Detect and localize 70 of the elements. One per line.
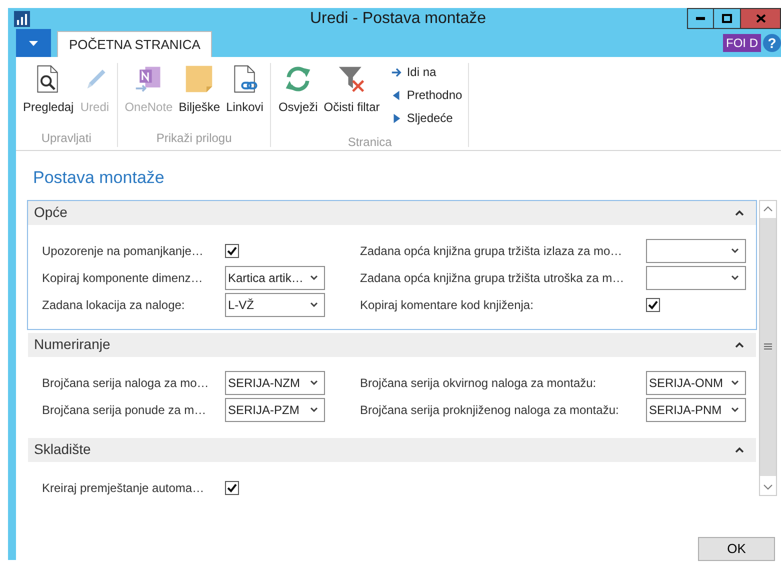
dropdown-field[interactable]: SERIJA-PZM — [225, 398, 325, 422]
chevron-down-icon — [731, 380, 739, 385]
checkbox[interactable] — [225, 244, 239, 258]
ribbon-button[interactable]: Bilješke — [178, 63, 222, 123]
arrow-right-icon — [390, 66, 402, 78]
chevron-down-icon — [310, 302, 318, 307]
minimize-icon — [696, 17, 705, 20]
chevron-up-icon[interactable] — [735, 446, 744, 452]
dropdown-field[interactable] — [646, 266, 746, 290]
checkbox[interactable] — [646, 298, 660, 312]
ribbon-group-label: Upravljati — [41, 130, 92, 147]
ribbon-button[interactable]: Osvježi — [277, 63, 319, 127]
field-label: Kopiraj komponente dimenz… — [42, 270, 204, 286]
sticky-note-icon — [184, 63, 214, 95]
chevron-down-icon — [731, 248, 739, 253]
ok-button[interactable]: OK — [698, 536, 775, 560]
field-label: Zadana opća knjižna grupa tržišta izlaza za mo… — [360, 242, 624, 260]
dropdown-field[interactable] — [646, 238, 746, 262]
chevron-down-icon — [310, 407, 318, 412]
ribbon-group-label: Prikaži prilogu — [156, 130, 232, 147]
app-logo-icon — [14, 10, 30, 26]
user-badge[interactable]: FOI D — [723, 34, 761, 52]
chevron-up-icon[interactable] — [735, 342, 744, 348]
dropdown-field[interactable]: SERIJA-ONM — [646, 370, 746, 394]
section-header[interactable]: Opće — [34, 202, 68, 223]
ribbon-group-label: Stranica — [348, 134, 392, 151]
dropdown-field[interactable]: SERIJA-NZM — [225, 370, 325, 394]
triangle-left-icon — [390, 90, 402, 100]
chevron-up-icon[interactable] — [735, 210, 744, 216]
field-label: Brojčana serija ponude za m… — [42, 402, 208, 418]
close-icon — [756, 14, 766, 23]
minimize-button[interactable] — [687, 8, 714, 29]
dropdown-field[interactable]: SERIJA-PNM — [646, 398, 746, 422]
window-title: Uredi - Postava montaže — [308, 8, 488, 28]
field-label: Brojčana serija okvirnog naloga za montažu: — [360, 374, 598, 392]
dropdown-field[interactable]: L-VŽ — [225, 292, 325, 316]
ribbon-tab[interactable]: POČETNA STRANICA — [57, 31, 212, 57]
field-label: Brojčana serija proknjiženog naloga za montažu: — [360, 402, 620, 418]
maximize-button[interactable] — [714, 8, 741, 29]
ribbon-button[interactable]: Sljedeće — [390, 109, 462, 127]
field-label: Kreiraj premještanje automa… — [42, 480, 206, 496]
page-title: Postava montaže — [33, 167, 164, 189]
scrollbar[interactable] — [759, 200, 777, 496]
checkbox[interactable] — [225, 480, 239, 494]
chevron-down-icon — [731, 275, 739, 280]
grip-icon — [764, 343, 772, 350]
chevron-down-icon — [310, 380, 318, 385]
ribbon-button[interactable]: Očisti filtar — [322, 63, 381, 127]
ribbon-button[interactable]: Pregledaj — [22, 63, 75, 123]
maximize-icon — [722, 14, 732, 23]
close-button[interactable] — [741, 8, 781, 29]
field-label: Upozorenje na pomanjkanje… — [42, 242, 204, 260]
scroll-down-icon — [763, 484, 773, 490]
scrollbar-thumb[interactable] — [760, 218, 776, 476]
scroll-up-icon — [763, 206, 773, 212]
field-label: Zadana opća knjižna grupa tržišta utroška za m… — [360, 270, 626, 286]
ribbon-button[interactable]: Linkovi — [225, 63, 264, 123]
field-label: Kopiraj komentare kod knjiženja: — [360, 296, 534, 314]
help-button[interactable]: ? — [763, 34, 781, 52]
chevron-down-icon — [731, 407, 739, 412]
caret-icon — [29, 40, 38, 46]
section-header[interactable]: Skladište — [34, 439, 91, 460]
ribbon-button[interactable]: Idi na — [390, 63, 462, 81]
section-header[interactable]: Numeriranje — [34, 334, 110, 355]
dropdown-field[interactable]: Kartica artik… — [225, 266, 325, 290]
field-label: Brojčana serija naloga za mo… — [42, 374, 210, 392]
field-label: Zadana lokacija za naloge: — [42, 296, 186, 314]
ribbon-button[interactable]: Prethodno — [390, 86, 462, 104]
chevron-down-icon — [310, 275, 318, 280]
app-menu-button[interactable] — [16, 29, 51, 57]
